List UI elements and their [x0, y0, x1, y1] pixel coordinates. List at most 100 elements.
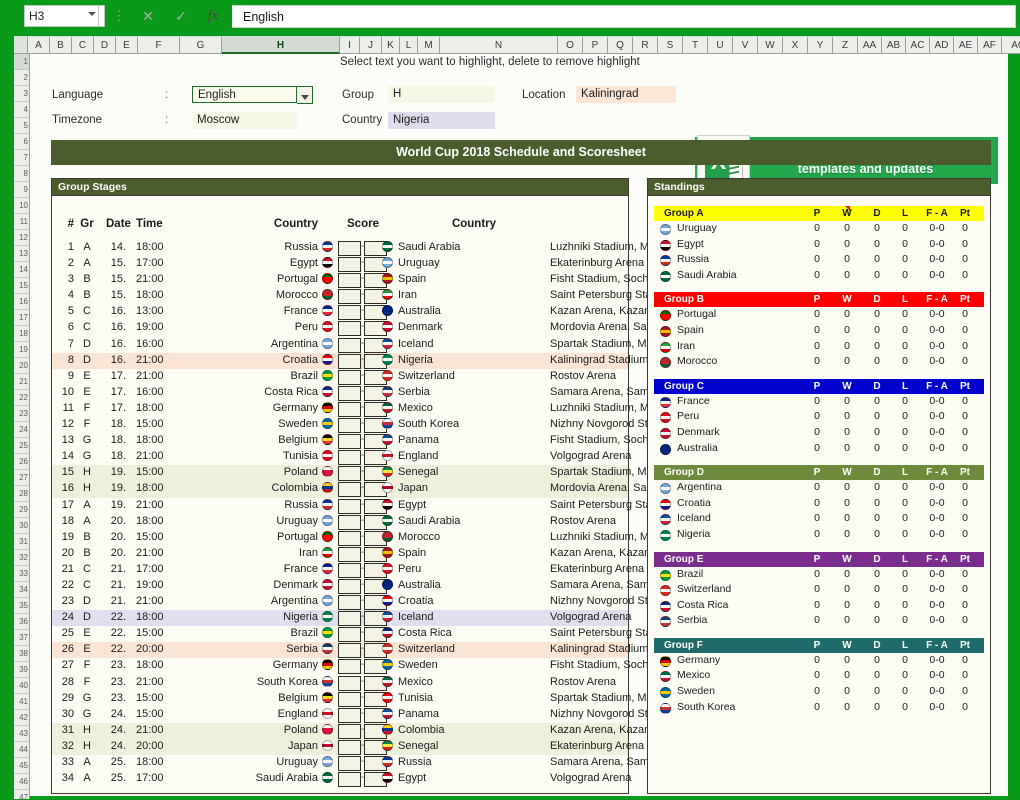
- column-header-ab[interactable]: AB: [882, 36, 906, 54]
- row-header-12[interactable]: 12: [14, 230, 29, 246]
- row-header-28[interactable]: 28: [14, 486, 29, 502]
- column-header-o[interactable]: O: [558, 36, 583, 54]
- home-score-input[interactable]: [338, 546, 361, 562]
- row-header-7[interactable]: 7: [14, 150, 29, 166]
- table-row[interactable]: 16 H 19. 18:00 Colombia - Japan Mordovia Arena,…: [52, 481, 674, 498]
- row-header-6[interactable]: 6: [14, 134, 29, 150]
- row-header-1[interactable]: 1: [14, 54, 29, 70]
- table-row[interactable]: 8 D 16. 21:00 Croatia - Nigeria Kaliningrad Sta…: [52, 352, 648, 369]
- column-header-i[interactable]: I: [340, 36, 360, 54]
- column-header-d[interactable]: D: [94, 36, 116, 54]
- table-row[interactable]: 1 A 14. 18:00 Russia - Saudi Arabia Luzhniki St…: [52, 240, 680, 256]
- table-row[interactable]: 32 H 24. 20:00 Japan - Senegal Ekaterinburg Are…: [52, 738, 644, 755]
- column-header-c[interactable]: C: [72, 36, 94, 54]
- column-header-ae[interactable]: AE: [954, 36, 978, 54]
- column-header-t[interactable]: T: [683, 36, 708, 54]
- row-header-37[interactable]: 37: [14, 630, 29, 646]
- table-row[interactable]: 4 B 15. 18:00 Morocco - Iran Saint Petersburg S…: [52, 288, 675, 305]
- row-header-26[interactable]: 26: [14, 454, 29, 470]
- row-header-36[interactable]: 36: [14, 614, 29, 630]
- row-header-3[interactable]: 3: [14, 86, 29, 102]
- home-score-input[interactable]: [338, 466, 361, 482]
- column-header-q[interactable]: Q: [608, 36, 633, 54]
- home-score-input[interactable]: [338, 595, 361, 611]
- column-header-v[interactable]: V: [733, 36, 758, 54]
- home-score-input[interactable]: [338, 418, 361, 434]
- row-header-41[interactable]: 41: [14, 694, 29, 710]
- row-header-20[interactable]: 20: [14, 358, 29, 374]
- home-score-input[interactable]: [338, 530, 361, 546]
- table-row[interactable]: 15 H 19. 15:00 Poland - Senegal Spartak Stadium…: [52, 465, 678, 482]
- table-row[interactable]: 24 D 22. 18:00 Nigeria - Iceland Volgograd Aren…: [52, 610, 631, 627]
- home-score-input[interactable]: [338, 643, 361, 659]
- row-header-17[interactable]: 17: [14, 310, 29, 326]
- column-header-x[interactable]: X: [783, 36, 808, 54]
- location-value[interactable]: Kaliningrad: [576, 86, 676, 103]
- home-score-input[interactable]: [338, 675, 361, 691]
- home-score-input[interactable]: [338, 691, 361, 707]
- home-score-input[interactable]: [338, 450, 361, 466]
- column-header-u[interactable]: U: [708, 36, 733, 54]
- column-header-z[interactable]: Z: [833, 36, 858, 54]
- column-header-ad[interactable]: AD: [930, 36, 954, 54]
- row-header-30[interactable]: 30: [14, 518, 29, 534]
- table-row[interactable]: 25 E 22. 15:00 Brazil - Costa Rica Saint Peters…: [52, 626, 675, 643]
- home-score-input[interactable]: [338, 369, 361, 385]
- home-score-input[interactable]: [338, 611, 361, 627]
- home-score-input[interactable]: [338, 305, 361, 321]
- column-header-f[interactable]: F: [138, 36, 180, 54]
- row-header-25[interactable]: 25: [14, 438, 29, 454]
- select-all-corner[interactable]: [14, 36, 28, 54]
- chevron-down-icon[interactable]: [88, 12, 96, 16]
- row-header-11[interactable]: 11: [14, 214, 29, 230]
- column-header-k[interactable]: K: [382, 36, 400, 54]
- row-header-16[interactable]: 16: [14, 294, 29, 310]
- table-row[interactable]: 20 B 20. 21:00 Iran - Spain Kazan Arena, Kazan: [52, 546, 650, 562]
- table-row[interactable]: 9 E 17. 21:00 Brazil - Switzerland Rostov Arena: [52, 369, 628, 385]
- column-header-h[interactable]: H: [222, 36, 340, 54]
- table-row[interactable]: 22 C 21. 19:00 Denmark - Australia Samara Arena…: [52, 578, 665, 594]
- table-row[interactable]: 6 C 16. 19:00 Peru - Denmark Mordovia Arena, Sa…: [52, 320, 674, 337]
- home-score-input[interactable]: [338, 353, 361, 369]
- row-header-19[interactable]: 19: [14, 342, 29, 358]
- row-header-40[interactable]: 40: [14, 678, 29, 694]
- row-header-46[interactable]: 46: [14, 774, 29, 790]
- table-row[interactable]: 11 F 17. 18:00 Germany - Mexico Luzhniki Stadiu…: [52, 401, 680, 417]
- row-header-24[interactable]: 24: [14, 422, 29, 438]
- row-header-8[interactable]: 8: [14, 166, 29, 182]
- table-row[interactable]: 31 H 24. 21:00 Poland - Colombia Kazan Arena, K…: [52, 722, 650, 739]
- home-score-input[interactable]: [338, 273, 361, 289]
- column-header-a[interactable]: A: [28, 36, 50, 54]
- column-header-g[interactable]: G: [180, 36, 222, 54]
- row-header-5[interactable]: 5: [14, 118, 29, 134]
- row-header-32[interactable]: 32: [14, 550, 29, 566]
- row-header-14[interactable]: 14: [14, 262, 29, 278]
- row-header-21[interactable]: 21: [14, 374, 29, 390]
- row-header-18[interactable]: 18: [14, 326, 29, 342]
- column-header-r[interactable]: R: [633, 36, 658, 54]
- home-score-input[interactable]: [338, 659, 361, 675]
- home-score-input[interactable]: [338, 257, 361, 273]
- table-row[interactable]: 21 C 21. 17:00 France - Peru Ekaterinburg Arena: [52, 562, 644, 578]
- table-row[interactable]: 5 C 16. 13:00 France - Australia Kazan Arena, K…: [52, 304, 650, 321]
- table-row[interactable]: 7 D 16. 16:00 Argentina - Iceland Spartak Stadi…: [52, 337, 678, 353]
- home-score-input[interactable]: [338, 627, 361, 643]
- insert-function-icon[interactable]: fx: [200, 6, 226, 26]
- column-header-af[interactable]: AF: [978, 36, 1002, 54]
- table-row[interactable]: 28 F 23. 21:00 South Korea - Mexico Rostov Aren…: [52, 675, 628, 691]
- column-header-aa[interactable]: AA: [858, 36, 882, 54]
- home-score-input[interactable]: [338, 498, 361, 514]
- column-header-y[interactable]: Y: [808, 36, 833, 54]
- row-header-44[interactable]: 44: [14, 742, 29, 758]
- home-score-input[interactable]: [338, 241, 361, 256]
- row-header-39[interactable]: 39: [14, 662, 29, 678]
- column-header-l[interactable]: L: [400, 36, 418, 54]
- table-row[interactable]: 2 A 15. 17:00 Egypt - Uruguay Ekaterinburg Aren…: [52, 256, 644, 273]
- table-row[interactable]: 29 G 23. 15:00 Belgium - Tunisia Spartak Stadiu…: [52, 691, 678, 707]
- timezone-value[interactable]: Moscow: [192, 112, 297, 129]
- home-score-input[interactable]: [338, 434, 361, 450]
- table-row[interactable]: 30 G 24. 15:00 England - Panama Nizhny Novgorod…: [52, 707, 678, 723]
- column-header-n[interactable]: N: [440, 36, 558, 54]
- formula-input[interactable]: English: [232, 5, 1016, 28]
- column-header-e[interactable]: E: [116, 36, 138, 54]
